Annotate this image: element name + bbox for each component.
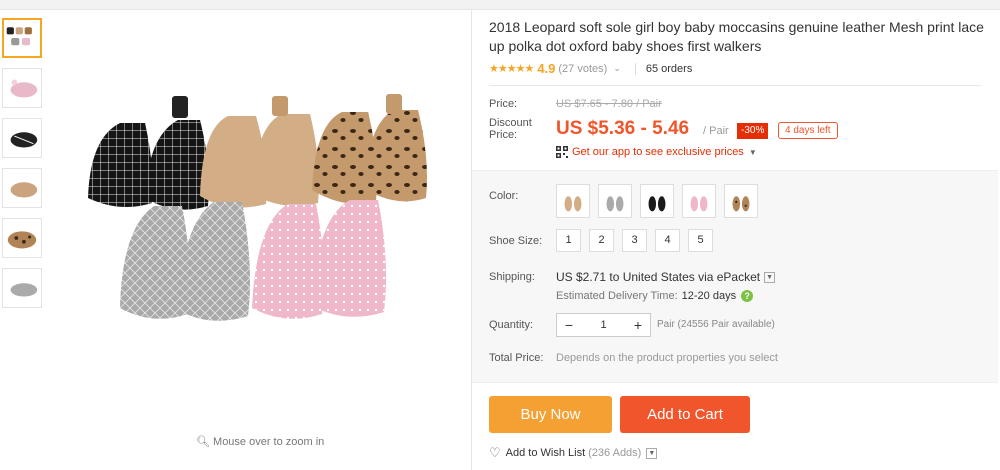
size-option-1[interactable]: 1: [556, 229, 581, 252]
buy-now-button[interactable]: Buy Now: [489, 396, 612, 433]
top-bar: [0, 0, 1000, 10]
price-label: Price:: [489, 98, 518, 110]
color-label: Color:: [489, 190, 519, 202]
thumbnail-leopard[interactable]: [2, 218, 42, 258]
days-left-badge: 4 days left: [778, 122, 838, 139]
wish-list-row[interactable]: ♡ Add to Wish List (236 Adds) ▼: [489, 445, 658, 461]
color-swatch-tan[interactable]: [556, 184, 590, 218]
quantity-input[interactable]: 1: [581, 319, 626, 331]
product-title: 2018 Leopard soft sole girl boy baby moc…: [489, 19, 984, 54]
magnifier-icon: 🔍︎: [196, 436, 214, 448]
estimated-delivery: Estimated Delivery Time: 12-20 days ?: [556, 290, 754, 302]
thumbnail-tan[interactable]: [2, 168, 42, 208]
discount-label: Discount: [489, 117, 532, 129]
increase-quantity-button[interactable]: +: [626, 317, 650, 333]
order-count: 65 orders: [645, 62, 693, 75]
main-product-image[interactable]: [60, 18, 460, 418]
thumbnail-pink[interactable]: [2, 68, 42, 108]
shipping-selector[interactable]: US $2.71 to United States via ePacket ▼: [556, 270, 776, 284]
color-swatch-pink[interactable]: [682, 184, 716, 218]
rating-votes[interactable]: (27 votes): [558, 63, 607, 75]
wish-count: (236 Adds): [588, 447, 642, 459]
color-swatch-gray[interactable]: [598, 184, 632, 218]
star-rating-icon: ★★★★★: [489, 63, 534, 75]
heart-icon: ♡: [489, 445, 501, 460]
discount-price-label: Price:: [489, 129, 518, 141]
discount-price: US $5.36 - 5.46: [556, 118, 690, 139]
original-price: US $7.65 - 7.80 / Pair: [556, 98, 662, 110]
price-unit: / Pair: [703, 125, 729, 137]
size-option-2[interactable]: 2: [589, 229, 614, 252]
thumbnail-black[interactable]: [2, 118, 42, 158]
total-price-label: Total Price:: [489, 352, 544, 364]
thumbnail-strip: [2, 18, 44, 318]
delivery-label: Estimated Delivery Time:: [556, 290, 678, 302]
size-option-4[interactable]: 4: [655, 229, 680, 252]
quantity-label: Quantity:: [489, 319, 534, 331]
caret-down-icon: ▼: [748, 147, 757, 157]
rating-row: ★★★★★ 4.9 (27 votes) ⌄ 65 orders: [489, 61, 692, 76]
help-icon[interactable]: ?: [741, 290, 754, 302]
rating-score: 4.9: [537, 61, 556, 76]
discount-badge: -30%: [737, 123, 769, 139]
size-label: Shoe Size:: [489, 235, 543, 247]
delivery-days: 12-20 days: [681, 290, 737, 302]
app-link[interactable]: Get our app to see exclusive prices ▼: [556, 146, 757, 158]
thumbnail-gray[interactable]: [2, 268, 42, 308]
size-option-5[interactable]: 5: [688, 229, 713, 252]
wish-list-link[interactable]: Add to Wish List: [506, 447, 585, 459]
size-option-3[interactable]: 3: [622, 229, 647, 252]
thumbnail-all-colors[interactable]: [2, 18, 42, 58]
zoom-hint: 🔍︎ Mouse over to zoom in: [196, 435, 324, 448]
color-swatch-leopard[interactable]: [724, 184, 758, 218]
qr-code-icon: [556, 146, 568, 158]
quantity-available: Pair (24556 Pair available): [657, 319, 775, 330]
divider-line: [489, 85, 981, 86]
chevron-down-icon[interactable]: ⌄: [613, 63, 621, 74]
chevron-down-icon[interactable]: ▼: [646, 447, 658, 459]
add-to-cart-button[interactable]: Add to Cart: [620, 396, 750, 433]
total-price-text: Depends on the product properties you se…: [556, 352, 778, 364]
app-link-text: Get our app to see exclusive prices: [572, 146, 744, 158]
chevron-down-icon[interactable]: ▼: [764, 271, 776, 283]
zoom-hint-text: Mouse over to zoom in: [213, 436, 325, 448]
quantity-stepper: − 1 +: [556, 313, 651, 337]
shipping-text: US $2.71 to United States via ePacket: [556, 270, 761, 284]
color-swatch-black[interactable]: [640, 184, 674, 218]
separator: [634, 62, 636, 75]
shipping-label: Shipping:: [489, 271, 535, 283]
decrease-quantity-button[interactable]: −: [557, 317, 581, 333]
